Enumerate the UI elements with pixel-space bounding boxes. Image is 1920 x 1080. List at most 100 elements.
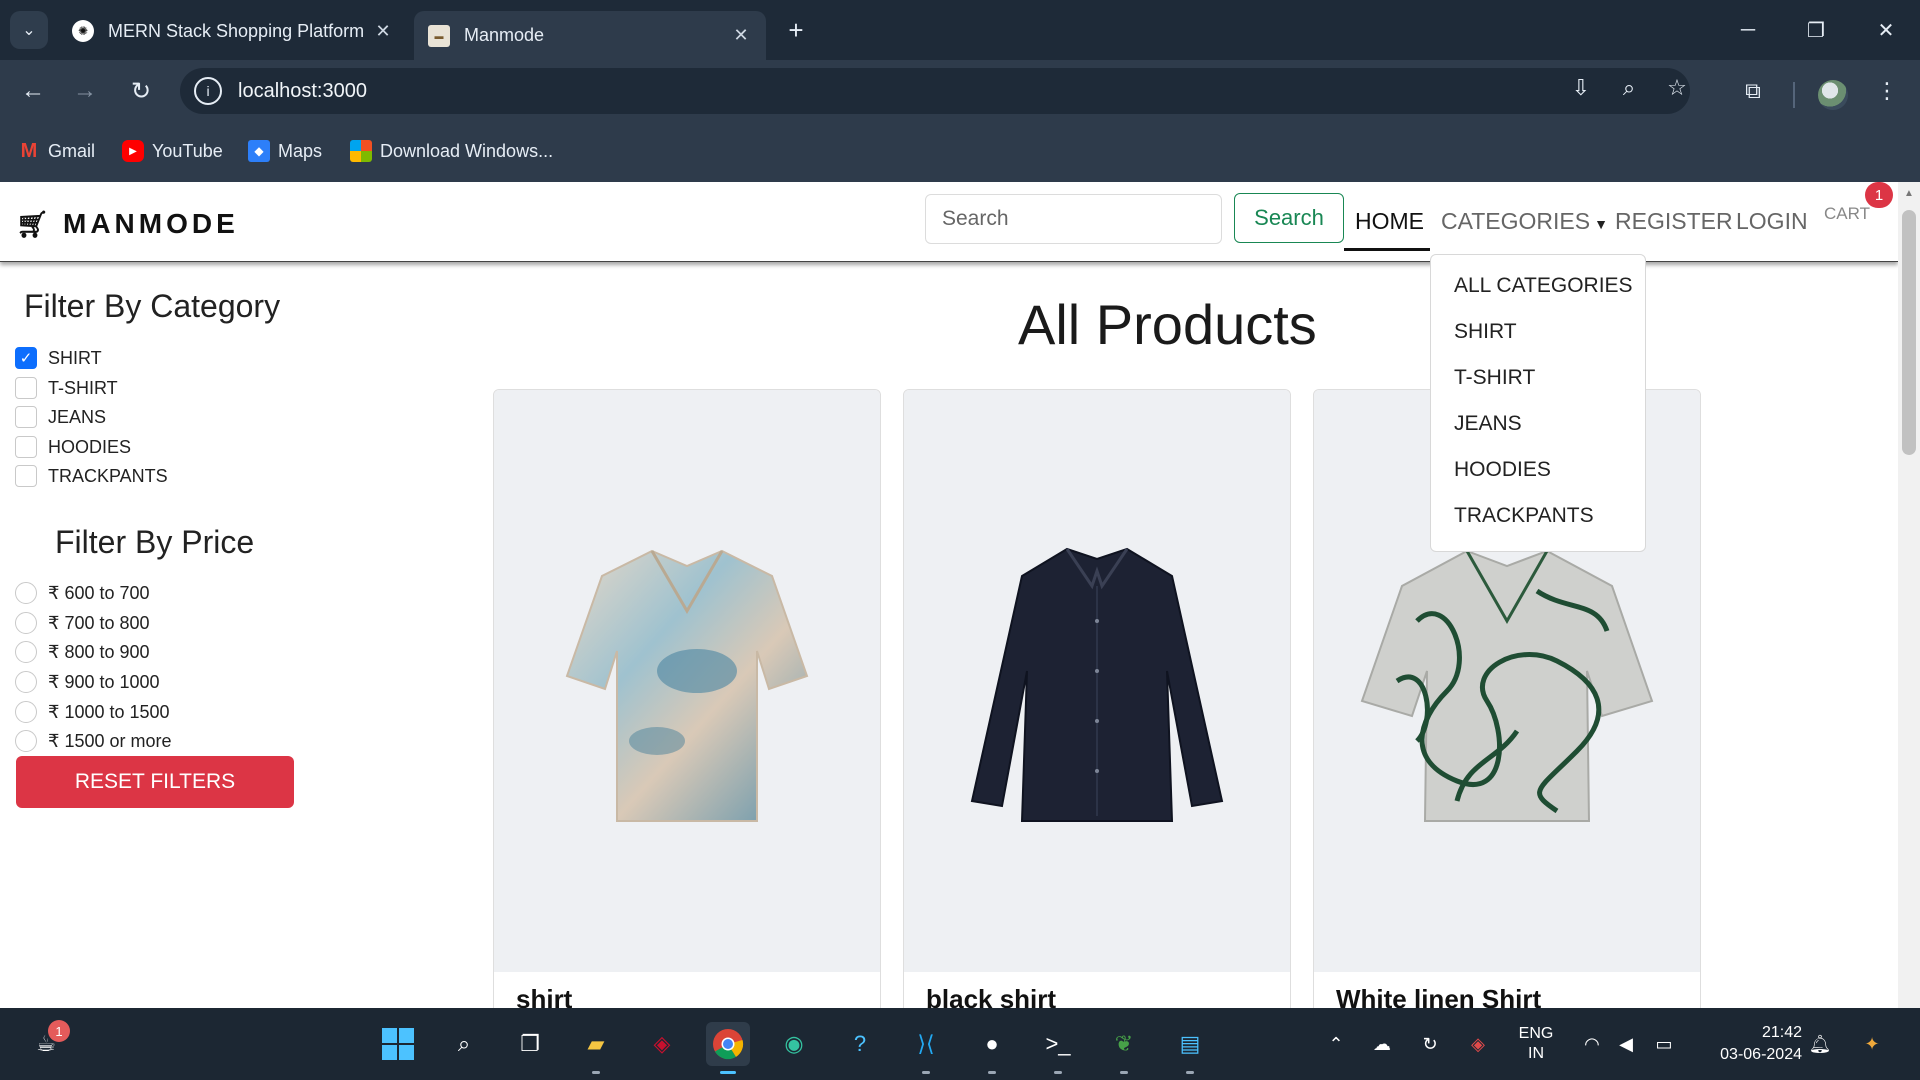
price-radio-800-900[interactable]: ₹ 800 to 900 [15, 639, 150, 665]
category-checkbox-jeans[interactable]: JEANS [15, 404, 106, 430]
zoom-icon[interactable]: ⌕ [1612, 71, 1646, 105]
radio-icon[interactable] [15, 730, 37, 752]
product-name: White linen Shirt [1336, 984, 1542, 1008]
bookmark-gmail[interactable]: M Gmail [18, 136, 95, 166]
active-nav-underline [1344, 248, 1430, 251]
nav-register[interactable]: REGISTER [1615, 208, 1733, 235]
dropdown-item-jeans[interactable]: JEANS [1431, 401, 1645, 447]
nav-cart[interactable]: CART [1824, 204, 1870, 224]
search-icon[interactable]: ⌕ [442, 1022, 486, 1066]
product-card[interactable]: shirt [493, 389, 881, 1008]
radio-icon[interactable] [15, 641, 37, 663]
mcafee-tray-icon[interactable]: ◈ [1464, 1030, 1492, 1058]
chrome-icon[interactable] [706, 1022, 750, 1074]
search-button[interactable]: Search [1234, 193, 1344, 243]
price-radio-600-700[interactable]: ₹ 600 to 700 [15, 580, 150, 606]
tab-search-icon[interactable]: ⌄ [10, 11, 48, 49]
site-info-icon[interactable]: i [194, 77, 222, 105]
radio-icon[interactable] [15, 701, 37, 723]
restore-icon[interactable]: ❐ [1796, 14, 1836, 46]
checkbox-label: TRACKPANTS [48, 465, 168, 486]
checkbox-label: SHIRT [48, 347, 102, 368]
profile-avatar[interactable] [1818, 80, 1848, 110]
radio-icon[interactable] [15, 582, 37, 604]
reset-filters-button[interactable]: RESET FILTERS [16, 756, 294, 808]
page-scrollbar[interactable]: ▲ [1898, 182, 1920, 1008]
install-app-icon[interactable]: ⇩ [1564, 71, 1598, 105]
bookmark-download-windows[interactable]: Download Windows... [350, 136, 553, 166]
clock[interactable]: 21:42 03-06-2024 [1696, 1022, 1802, 1066]
notepad-icon[interactable]: ▤ [1168, 1022, 1212, 1074]
back-icon[interactable]: ← [16, 74, 50, 108]
bookmark-maps[interactable]: ◆ Maps [248, 136, 322, 166]
checkbox-checked-icon[interactable]: ✓ [15, 347, 37, 369]
checkbox-icon[interactable] [15, 377, 37, 399]
onedrive-icon[interactable]: ☁ [1368, 1030, 1396, 1058]
chevron-up-icon[interactable]: ⌃ [1322, 1030, 1350, 1058]
price-radio-1000-1500[interactable]: ₹ 1000 to 1500 [15, 699, 170, 725]
close-tab-icon[interactable]: ✕ [730, 25, 752, 46]
reload-icon[interactable]: ↻ [124, 74, 158, 108]
file-explorer-icon[interactable]: ▰ [574, 1022, 618, 1074]
github-icon[interactable]: ● [970, 1022, 1014, 1074]
category-checkbox-hoodies[interactable]: HOODIES [15, 434, 131, 460]
bookmark-label: YouTube [152, 140, 223, 161]
dropdown-item-hoodies[interactable]: HOODIES [1431, 447, 1645, 493]
address-bar[interactable]: i localhost:3000 [180, 68, 1690, 114]
product-image-black-shirt[interactable] [904, 390, 1290, 972]
checkbox-icon[interactable] [15, 436, 37, 458]
extensions-icon[interactable]: ⧉ [1736, 74, 1770, 108]
start-icon[interactable] [376, 1022, 420, 1066]
vscode-icon[interactable]: ⟩⟨ [904, 1022, 948, 1074]
tab-manmode[interactable]: ▬ Manmode ✕ [414, 11, 766, 60]
copilot-icon[interactable]: ✦ [1858, 1030, 1886, 1058]
dropdown-item-shirt[interactable]: SHIRT [1431, 309, 1645, 355]
checkbox-icon[interactable] [15, 465, 37, 487]
help-icon[interactable]: ? [838, 1022, 882, 1066]
new-tab-icon[interactable]: + [780, 14, 812, 46]
dropdown-item-tshirt[interactable]: T-SHIRT [1431, 355, 1645, 401]
nav-categories[interactable]: CATEGORIES ▼ [1441, 208, 1608, 235]
radio-icon[interactable] [15, 612, 37, 634]
product-card[interactable]: black shirt [903, 389, 1291, 1008]
battery-icon[interactable]: ▭ [1650, 1030, 1678, 1058]
search-input[interactable] [925, 194, 1222, 244]
scroll-up-icon[interactable]: ▲ [1898, 188, 1920, 199]
dropdown-item-all-categories[interactable]: ALL CATEGORIES [1431, 263, 1645, 309]
minimize-icon[interactable]: ─ [1728, 14, 1768, 46]
checkbox-icon[interactable] [15, 406, 37, 428]
mongodb-compass-icon[interactable]: ❦ [1102, 1022, 1146, 1074]
tab-mern-shopping[interactable]: ✺ MERN Stack Shopping Platform ✕ [58, 11, 408, 51]
nav-login[interactable]: LOGIN [1736, 208, 1808, 235]
dropdown-item-trackpants[interactable]: TRACKPANTS [1431, 493, 1645, 539]
wifi-icon[interactable]: ◠ [1578, 1030, 1606, 1058]
radio-icon[interactable] [15, 671, 37, 693]
product-image-tie-dye-shirt[interactable] [494, 390, 880, 972]
edge-icon[interactable]: ◉ [772, 1022, 816, 1066]
checkbox-label: JEANS [48, 406, 107, 427]
menu-kebab-icon[interactable]: ⋮ [1870, 74, 1904, 108]
close-tab-icon[interactable]: ✕ [372, 21, 394, 42]
price-radio-700-800[interactable]: ₹ 700 to 800 [15, 610, 150, 636]
sync-icon[interactable]: ↻ [1416, 1030, 1444, 1058]
mcafee-icon[interactable]: ◈ [640, 1022, 684, 1066]
language-indicator[interactable]: ENG IN [1508, 1024, 1564, 1064]
terminal-icon[interactable]: >_ [1036, 1022, 1080, 1074]
nav-home[interactable]: HOME [1355, 208, 1424, 235]
scrollbar-thumb[interactable] [1902, 210, 1916, 455]
category-checkbox-shirt[interactable]: ✓ SHIRT [15, 345, 102, 371]
close-window-icon[interactable]: ✕ [1866, 14, 1906, 46]
filter-category-title: Filter By Category [24, 288, 281, 324]
volume-icon[interactable]: ◀ [1612, 1030, 1640, 1058]
notifications-bell-icon[interactable]: 🔔︎ [1806, 1030, 1834, 1058]
price-radio-900-1000[interactable]: ₹ 900 to 1000 [15, 669, 160, 695]
price-radio-1500-more[interactable]: ₹ 1500 or more [15, 728, 172, 754]
brand-logo[interactable]: 🛒︎ MANMODE [16, 208, 239, 240]
task-view-icon[interactable]: ❐ [508, 1022, 552, 1066]
category-checkbox-trackpants[interactable]: TRACKPANTS [15, 463, 168, 489]
bookmark-star-icon[interactable]: ☆ [1660, 71, 1694, 105]
page-title: All Products [1018, 293, 1317, 356]
forward-icon[interactable]: → [68, 74, 102, 108]
bookmark-youtube[interactable]: ▶ YouTube [122, 136, 223, 166]
category-checkbox-tshirt[interactable]: T-SHIRT [15, 375, 118, 401]
